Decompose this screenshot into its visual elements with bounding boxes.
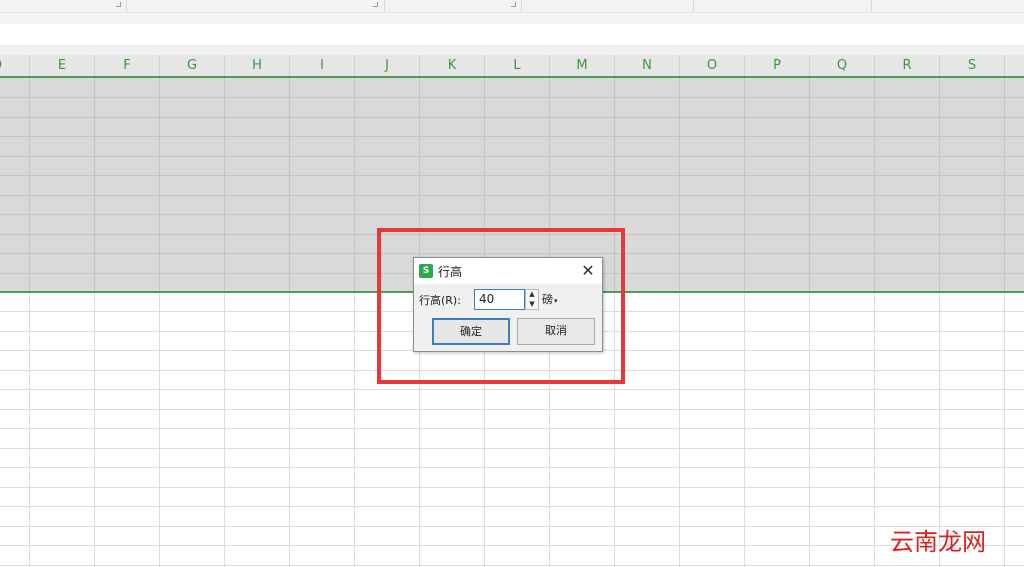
column-header-q[interactable]: Q xyxy=(810,55,875,77)
chevron-down-icon: ▾ xyxy=(554,297,558,305)
ribbon-separator xyxy=(693,0,694,12)
cancel-button[interactable]: 取消 xyxy=(517,318,595,345)
row-height-dialog: S 行高 ✕ 行高(R): 40 ▲ ▼ 磅▾ 确定 取消 xyxy=(413,257,603,352)
grid-column-line xyxy=(679,78,680,292)
watermark-logo: 云南龙网 xyxy=(890,528,986,556)
grid-row-line xyxy=(0,117,1024,118)
dialog-title: 行高 xyxy=(438,265,463,279)
grid-row-line xyxy=(0,156,1024,157)
spreadsheet-window: DEFGHIJKLMNOPQRS S 行高 ✕ 行高(R): 40 ▲ ▼ 磅▾… xyxy=(0,0,1024,567)
grid-row-line xyxy=(0,409,1024,410)
ribbon-strip xyxy=(0,0,1024,13)
grid-row-line xyxy=(0,428,1024,429)
dialog-titlebar[interactable]: S 行高 ✕ xyxy=(414,258,602,284)
grid-column-line xyxy=(94,78,95,292)
column-header-i[interactable]: I xyxy=(290,55,355,77)
grid-row-line xyxy=(0,467,1024,468)
spin-down-icon[interactable]: ▼ xyxy=(527,300,537,309)
column-header-k[interactable]: K xyxy=(420,55,485,77)
column-header-d[interactable]: D xyxy=(0,55,30,77)
column-header-e[interactable]: E xyxy=(30,55,95,77)
row-height-label: 行高(R): xyxy=(419,294,461,307)
grid-row-line xyxy=(0,389,1024,390)
ribbon-separator xyxy=(126,0,127,12)
column-header-m[interactable]: M xyxy=(550,55,615,77)
column-header-n[interactable]: N xyxy=(615,55,680,77)
ribbon-separator xyxy=(384,0,385,12)
unit-label: 磅 xyxy=(542,293,553,306)
column-header-h[interactable]: H xyxy=(225,55,290,77)
grid-column-line xyxy=(744,78,745,292)
column-header-r[interactable]: R xyxy=(875,55,940,77)
dialog-launcher-icon[interactable] xyxy=(511,2,516,7)
grid-row-line xyxy=(0,214,1024,215)
formula-gap xyxy=(0,46,1024,55)
column-header-bar: DEFGHIJKLMNOPQRS xyxy=(0,55,1024,77)
grid-column-line xyxy=(224,78,225,292)
grid-row-line xyxy=(0,526,1024,527)
grid-column-line xyxy=(809,78,810,292)
grid-column-line xyxy=(1004,78,1005,292)
grid-row-line xyxy=(0,175,1024,176)
ribbon-separator xyxy=(521,0,522,12)
app-logo-icon: S xyxy=(419,264,433,278)
column-header-g[interactable]: G xyxy=(160,55,225,77)
grid-column-line xyxy=(289,78,290,292)
grid-column-line xyxy=(354,78,355,292)
ribbon-gap xyxy=(0,13,1024,24)
column-header-l[interactable]: L xyxy=(485,55,550,77)
ribbon-separator xyxy=(871,0,872,12)
grid-row-line xyxy=(0,195,1024,196)
column-header-o[interactable]: O xyxy=(680,55,745,77)
spin-up-icon[interactable]: ▲ xyxy=(527,290,537,299)
column-header-s[interactable]: S xyxy=(940,55,1005,77)
grid-column-line xyxy=(159,78,160,292)
grid-row-line xyxy=(0,565,1024,566)
grid-column-line xyxy=(939,78,940,292)
dialog-launcher-icon[interactable] xyxy=(116,2,121,7)
row-height-spinner[interactable]: ▲ ▼ xyxy=(525,289,539,310)
grid-column-line xyxy=(29,78,30,292)
close-icon[interactable]: ✕ xyxy=(578,261,598,281)
unit-dropdown[interactable]: 磅▾ xyxy=(542,291,558,307)
row-height-input[interactable]: 40 xyxy=(474,289,525,310)
grid-row-line xyxy=(0,97,1024,98)
grid-row-line xyxy=(0,506,1024,507)
grid-row-line xyxy=(0,136,1024,137)
dialog-launcher-icon[interactable] xyxy=(373,2,378,7)
grid-row-line xyxy=(0,448,1024,449)
grid-row-line xyxy=(0,545,1024,546)
formula-bar[interactable] xyxy=(0,24,1024,46)
column-header-j[interactable]: J xyxy=(355,55,420,77)
grid-row-line xyxy=(0,487,1024,488)
column-header-f[interactable]: F xyxy=(95,55,160,77)
grid-column-line xyxy=(874,78,875,292)
column-header-p[interactable]: P xyxy=(745,55,810,77)
ok-button[interactable]: 确定 xyxy=(432,318,510,345)
